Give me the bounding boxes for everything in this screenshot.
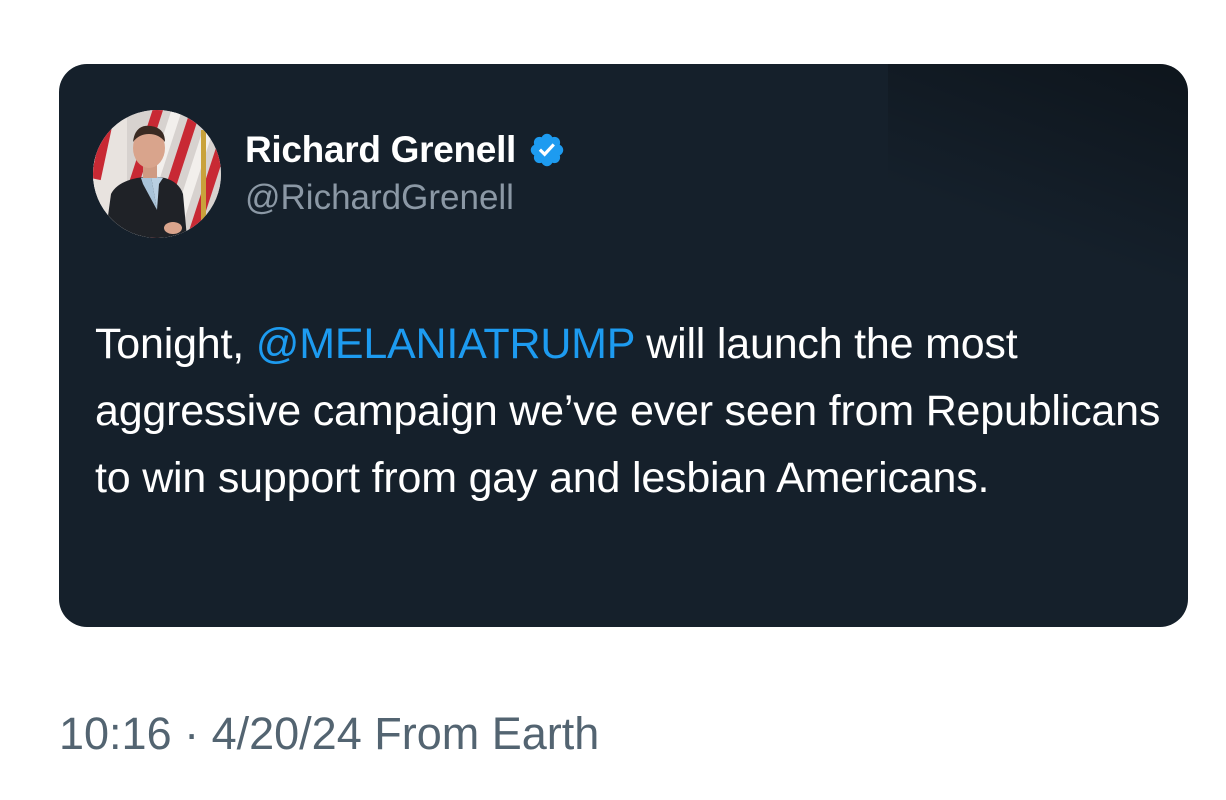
- tweet-card: Richard Grenell @RichardGrenell Tonight,…: [59, 64, 1188, 627]
- post-timestamp: 10:16 · 4/20/24 From Earth: [59, 708, 600, 759]
- tweet-text-prefix: Tonight,: [95, 320, 256, 368]
- author-name-row: Richard Grenell: [245, 128, 566, 172]
- author-display-name[interactable]: Richard Grenell: [245, 129, 516, 171]
- tweet-text: Tonight, @MELANIATRUMP will launch the m…: [95, 311, 1170, 512]
- verified-badge-icon: [528, 131, 566, 169]
- mention-link[interactable]: @MELANIATRUMP: [256, 320, 635, 368]
- avatar-photo-icon: [93, 110, 221, 238]
- author-handle[interactable]: @RichardGrenell: [245, 178, 514, 218]
- avatar[interactable]: [93, 110, 221, 238]
- card-glare: [888, 64, 1188, 284]
